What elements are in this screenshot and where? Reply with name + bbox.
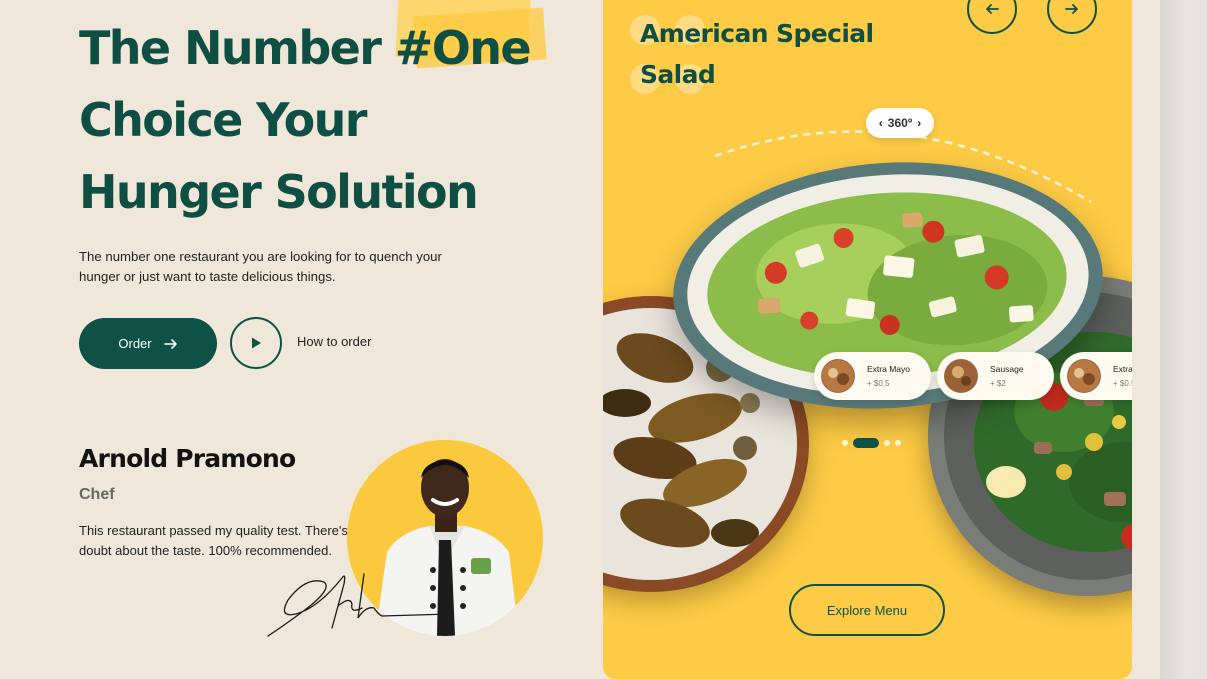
chevron-right-icon: › xyxy=(917,116,922,130)
title-line-2: Choice Your xyxy=(79,93,367,147)
carousel-dot[interactable] xyxy=(842,440,848,446)
chevron-left-icon: ‹ xyxy=(878,116,883,130)
hero-title: The Number #One Choice Your Hunger Solut… xyxy=(79,0,599,228)
order-button-label: Order xyxy=(118,336,152,351)
order-button[interactable]: Order xyxy=(79,318,217,369)
title-highlight: #One xyxy=(395,0,547,84)
chef-role: Chef xyxy=(79,486,115,503)
topping-price: + $2 xyxy=(990,379,1006,388)
chef-name: Arnold Pramono xyxy=(79,444,296,473)
topping-thumbnail xyxy=(819,357,857,395)
arrow-left-icon xyxy=(986,4,999,14)
title-line-1: The Number xyxy=(79,21,395,75)
carousel-dot[interactable] xyxy=(895,440,901,446)
arrow-right-icon xyxy=(1065,4,1078,14)
topping-thumbnail xyxy=(1065,357,1103,395)
topping-name: Extra Mayo xyxy=(1113,364,1132,374)
topping-price: + $0.5 xyxy=(1113,379,1132,388)
chef-quote: This restaurant passed my quality test. … xyxy=(79,523,366,558)
title-line-3: Hunger Solution xyxy=(79,165,479,219)
topping-name: Sausage xyxy=(990,364,1024,374)
right-edge-strip xyxy=(1160,0,1207,679)
showcase-panel: American Special Salad ‹ 360º › Extra Ma… xyxy=(603,0,1132,679)
topping-chip[interactable]: Sausage + $2 xyxy=(937,352,1054,400)
prev-button[interactable] xyxy=(967,0,1017,34)
chef-signature xyxy=(267,573,451,637)
rotate-label: 360º xyxy=(887,116,913,130)
hero-description: The number one restaurant you are lookin… xyxy=(79,249,442,284)
topping-chip[interactable]: Extra Mayo + $0.5 xyxy=(814,352,931,400)
arrow-right-icon xyxy=(163,338,177,349)
carousel-dot[interactable] xyxy=(884,440,890,446)
play-video-button[interactable] xyxy=(230,317,282,369)
carousel-indicator xyxy=(842,438,901,448)
dish-title: American Special Salad xyxy=(640,19,874,89)
topping-name: Extra Mayo xyxy=(867,364,910,374)
how-to-order-link[interactable]: How to order xyxy=(297,334,371,349)
explore-menu-label: Explore Menu xyxy=(826,602,908,618)
topping-price: + $0.5 xyxy=(867,379,890,388)
topping-thumbnail xyxy=(942,357,980,395)
carousel-dot-active[interactable] xyxy=(853,438,879,448)
rotate-360-control[interactable]: ‹ 360º › xyxy=(866,108,934,138)
topping-chip[interactable]: Extra Mayo + $0.5 xyxy=(1060,352,1132,400)
next-button[interactable] xyxy=(1047,0,1097,34)
explore-menu-button[interactable]: Explore Menu xyxy=(789,584,945,636)
play-icon xyxy=(252,337,261,349)
